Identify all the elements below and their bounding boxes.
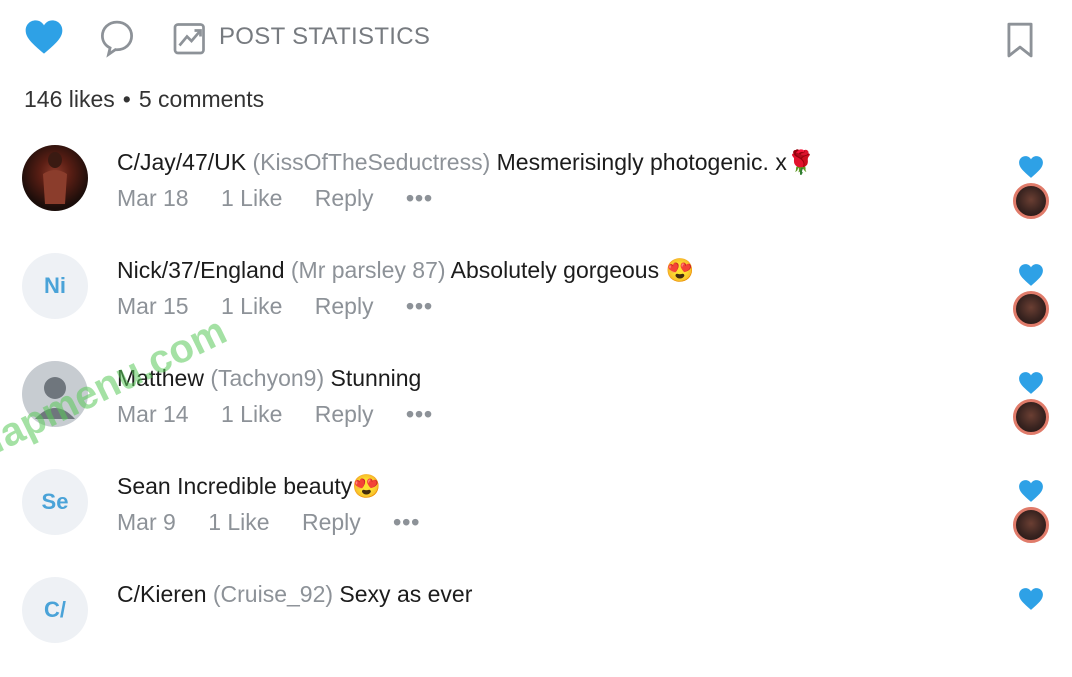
comment-author[interactable]: C/Kieren bbox=[117, 581, 206, 607]
comment-text: Nick/37/England (Mr parsley 87) Absolute… bbox=[117, 257, 694, 284]
comment-body: Sexy as ever bbox=[339, 581, 473, 607]
stats-icon[interactable] bbox=[172, 20, 208, 56]
comment-meta: Mar 9 1 Like Reply ••• bbox=[117, 509, 446, 536]
comments-count[interactable]: 5 comments bbox=[139, 86, 264, 112]
comment-handle[interactable]: (KissOfTheSeductress) bbox=[253, 149, 491, 175]
comment-text: Sean Incredible beauty😍 bbox=[117, 473, 381, 500]
comment-author[interactable]: Matthew bbox=[117, 365, 204, 391]
author-liked-avatar bbox=[1013, 291, 1049, 327]
comment-handle[interactable]: (Mr parsley 87) bbox=[291, 257, 446, 283]
comment-date: Mar 18 bbox=[117, 185, 189, 211]
likes-count[interactable]: 146 likes bbox=[24, 86, 115, 112]
comment-meta: Mar 14 1 Like Reply ••• bbox=[117, 401, 459, 428]
comment-icon[interactable] bbox=[98, 19, 136, 59]
comment-heart-icon[interactable] bbox=[1018, 371, 1044, 395]
heart-icon[interactable] bbox=[24, 18, 64, 56]
avatar[interactable]: C/ bbox=[22, 577, 88, 643]
comment-like-count[interactable]: 1 Like bbox=[221, 293, 282, 319]
comment-item: Ni Nick/37/England (Mr parsley 87) Absol… bbox=[0, 253, 1072, 353]
comment-heart-icon[interactable] bbox=[1018, 263, 1044, 287]
comment-meta: Mar 15 1 Like Reply ••• bbox=[117, 293, 459, 320]
more-options-button[interactable]: ••• bbox=[406, 401, 433, 427]
comment-like-count[interactable]: 1 Like bbox=[221, 185, 282, 211]
comment-item: Matthew (Tachyon9) Stunning Mar 14 1 Lik… bbox=[0, 361, 1072, 461]
comment-heart-icon[interactable] bbox=[1018, 587, 1044, 611]
comment-like-count[interactable]: 1 Like bbox=[221, 401, 282, 427]
reply-button[interactable]: Reply bbox=[315, 293, 374, 319]
comment-date: Mar 15 bbox=[117, 293, 189, 319]
post-action-bar: POST STATISTICS bbox=[0, 0, 1072, 80]
comment-text: C/Jay/47/UK (KissOfTheSeductress) Mesmer… bbox=[117, 149, 815, 176]
comment-date: Mar 14 bbox=[117, 401, 189, 427]
comment-heart-icon[interactable] bbox=[1018, 155, 1044, 179]
comment-body: Incredible beauty😍 bbox=[177, 473, 381, 499]
author-liked-avatar bbox=[1013, 399, 1049, 435]
post-summary: 146 likes • 5 comments bbox=[24, 86, 264, 113]
author-liked-avatar bbox=[1013, 183, 1049, 219]
comment-author[interactable]: Sean bbox=[117, 473, 171, 499]
comment-text: Matthew (Tachyon9) Stunning bbox=[117, 365, 421, 392]
comment-handle[interactable]: (Tachyon9) bbox=[210, 365, 324, 391]
reply-button[interactable]: Reply bbox=[315, 185, 374, 211]
more-options-button[interactable]: ••• bbox=[406, 293, 433, 319]
comment-author[interactable]: C/Jay/47/UK bbox=[117, 149, 246, 175]
avatar[interactable] bbox=[22, 145, 88, 211]
comment-meta: Mar 18 1 Like Reply ••• bbox=[117, 185, 459, 212]
comment-item: C/ C/Kieren (Cruise_92) Sexy as ever bbox=[0, 577, 1072, 677]
comment-body: Stunning bbox=[330, 365, 422, 391]
summary-separator: • bbox=[122, 86, 131, 112]
avatar[interactable]: Ni bbox=[22, 253, 88, 319]
comment-item: C/Jay/47/UK (KissOfTheSeductress) Mesmer… bbox=[0, 145, 1072, 245]
comment-heart-icon[interactable] bbox=[1018, 479, 1044, 503]
comment-body: Mesmerisingly photogenic. x🌹 bbox=[496, 149, 816, 175]
comment-text: C/Kieren (Cruise_92) Sexy as ever bbox=[117, 581, 472, 608]
reply-button[interactable]: Reply bbox=[302, 509, 361, 535]
comment-author[interactable]: Nick/37/England bbox=[117, 257, 285, 283]
post-statistics-link[interactable]: POST STATISTICS bbox=[219, 23, 430, 51]
avatar[interactable]: Se bbox=[22, 469, 88, 535]
comment-body: Absolutely gorgeous 😍 bbox=[450, 257, 695, 283]
comment-item: Se Sean Incredible beauty😍 Mar 9 1 Like … bbox=[0, 469, 1072, 569]
comment-handle[interactable]: (Cruise_92) bbox=[213, 581, 333, 607]
bookmark-icon[interactable] bbox=[1004, 21, 1036, 59]
reply-button[interactable]: Reply bbox=[315, 401, 374, 427]
avatar-figure-image bbox=[43, 152, 67, 204]
avatar[interactable] bbox=[22, 361, 88, 427]
default-user-icon bbox=[35, 377, 75, 419]
more-options-button[interactable]: ••• bbox=[393, 509, 420, 535]
more-options-button[interactable]: ••• bbox=[406, 185, 433, 211]
comment-like-count[interactable]: 1 Like bbox=[208, 509, 269, 535]
comment-date: Mar 9 bbox=[117, 509, 176, 535]
author-liked-avatar bbox=[1013, 507, 1049, 543]
